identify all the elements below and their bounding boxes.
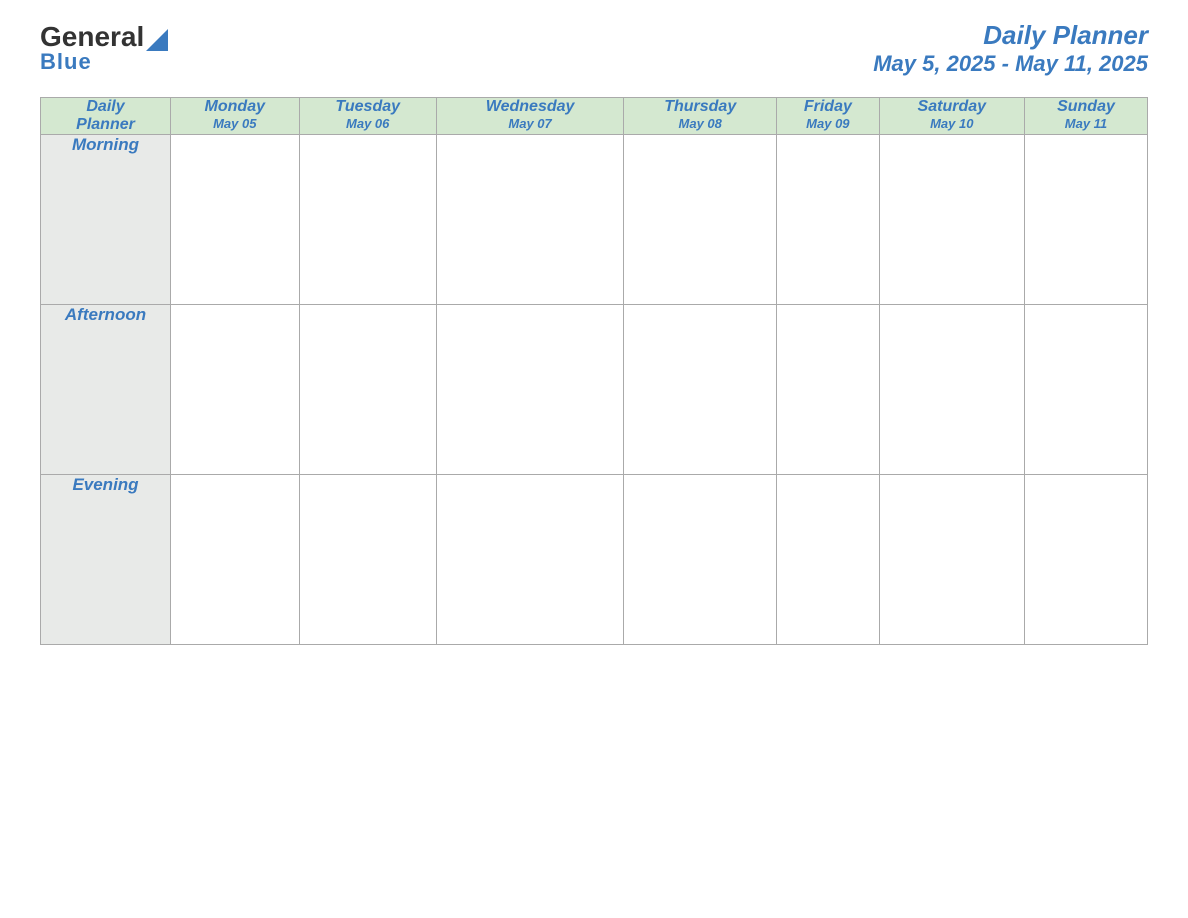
table-header-row: Daily Planner Monday May 05 Tuesday May … — [41, 98, 1148, 135]
evening-thursday-cell[interactable] — [624, 475, 777, 645]
header-monday-name: Monday — [171, 98, 299, 116]
header-tuesday-date: May 06 — [300, 116, 436, 131]
evening-sunday-cell[interactable] — [1024, 475, 1147, 645]
afternoon-wednesday-cell[interactable] — [436, 305, 624, 475]
header-saturday-date: May 10 — [880, 116, 1024, 131]
header-cell-label: Daily Planner — [41, 98, 171, 135]
logo-arrow-icon — [146, 29, 168, 51]
evening-label-cell: Evening — [41, 475, 171, 645]
evening-friday-cell[interactable] — [777, 475, 880, 645]
header-cell-friday: Friday May 09 — [777, 98, 880, 135]
morning-label-cell: Morning — [41, 135, 171, 305]
evening-wednesday-cell[interactable] — [436, 475, 624, 645]
header-sunday-date: May 11 — [1025, 116, 1147, 131]
header-thursday-name: Thursday — [624, 98, 776, 116]
evening-tuesday-cell[interactable] — [299, 475, 436, 645]
page-title: Daily Planner — [873, 20, 1148, 51]
header-cell-saturday: Saturday May 10 — [879, 98, 1024, 135]
logo-text-blue: Blue — [40, 49, 92, 75]
morning-wednesday-cell[interactable] — [436, 135, 624, 305]
morning-saturday-cell[interactable] — [879, 135, 1024, 305]
afternoon-row: Afternoon — [41, 305, 1148, 475]
morning-thursday-cell[interactable] — [624, 135, 777, 305]
afternoon-label: Afternoon — [65, 305, 146, 324]
afternoon-saturday-cell[interactable] — [879, 305, 1024, 475]
title-block: Daily Planner May 5, 2025 - May 11, 2025 — [873, 20, 1148, 77]
morning-monday-cell[interactable] — [171, 135, 300, 305]
header-monday-date: May 05 — [171, 116, 299, 131]
logo: General Blue — [40, 23, 168, 75]
morning-label: Morning — [72, 135, 139, 154]
page-header: General Blue Daily Planner May 5, 2025 -… — [40, 20, 1148, 77]
morning-tuesday-cell[interactable] — [299, 135, 436, 305]
evening-label: Evening — [72, 475, 138, 494]
header-cell-sunday: Sunday May 11 — [1024, 98, 1147, 135]
afternoon-label-cell: Afternoon — [41, 305, 171, 475]
header-friday-name: Friday — [777, 98, 879, 116]
header-tuesday-name: Tuesday — [300, 98, 436, 116]
afternoon-monday-cell[interactable] — [171, 305, 300, 475]
header-cell-tuesday: Tuesday May 06 — [299, 98, 436, 135]
evening-monday-cell[interactable] — [171, 475, 300, 645]
afternoon-friday-cell[interactable] — [777, 305, 880, 475]
afternoon-tuesday-cell[interactable] — [299, 305, 436, 475]
afternoon-sunday-cell[interactable] — [1024, 305, 1147, 475]
header-planner: Planner — [41, 116, 170, 134]
header-wednesday-name: Wednesday — [437, 98, 624, 116]
header-cell-monday: Monday May 05 — [171, 98, 300, 135]
header-thursday-date: May 08 — [624, 116, 776, 131]
header-wednesday-date: May 07 — [437, 116, 624, 131]
evening-saturday-cell[interactable] — [879, 475, 1024, 645]
afternoon-thursday-cell[interactable] — [624, 305, 777, 475]
header-friday-date: May 09 — [777, 116, 879, 131]
header-sunday-name: Sunday — [1025, 98, 1147, 116]
header-cell-wednesday: Wednesday May 07 — [436, 98, 624, 135]
planner-table: Daily Planner Monday May 05 Tuesday May … — [40, 97, 1148, 645]
morning-friday-cell[interactable] — [777, 135, 880, 305]
evening-row: Evening — [41, 475, 1148, 645]
header-daily: Daily — [41, 98, 170, 116]
morning-sunday-cell[interactable] — [1024, 135, 1147, 305]
logo-text-general: General — [40, 23, 144, 51]
date-range: May 5, 2025 - May 11, 2025 — [873, 51, 1148, 77]
morning-row: Morning — [41, 135, 1148, 305]
header-saturday-name: Saturday — [880, 98, 1024, 116]
header-cell-thursday: Thursday May 08 — [624, 98, 777, 135]
